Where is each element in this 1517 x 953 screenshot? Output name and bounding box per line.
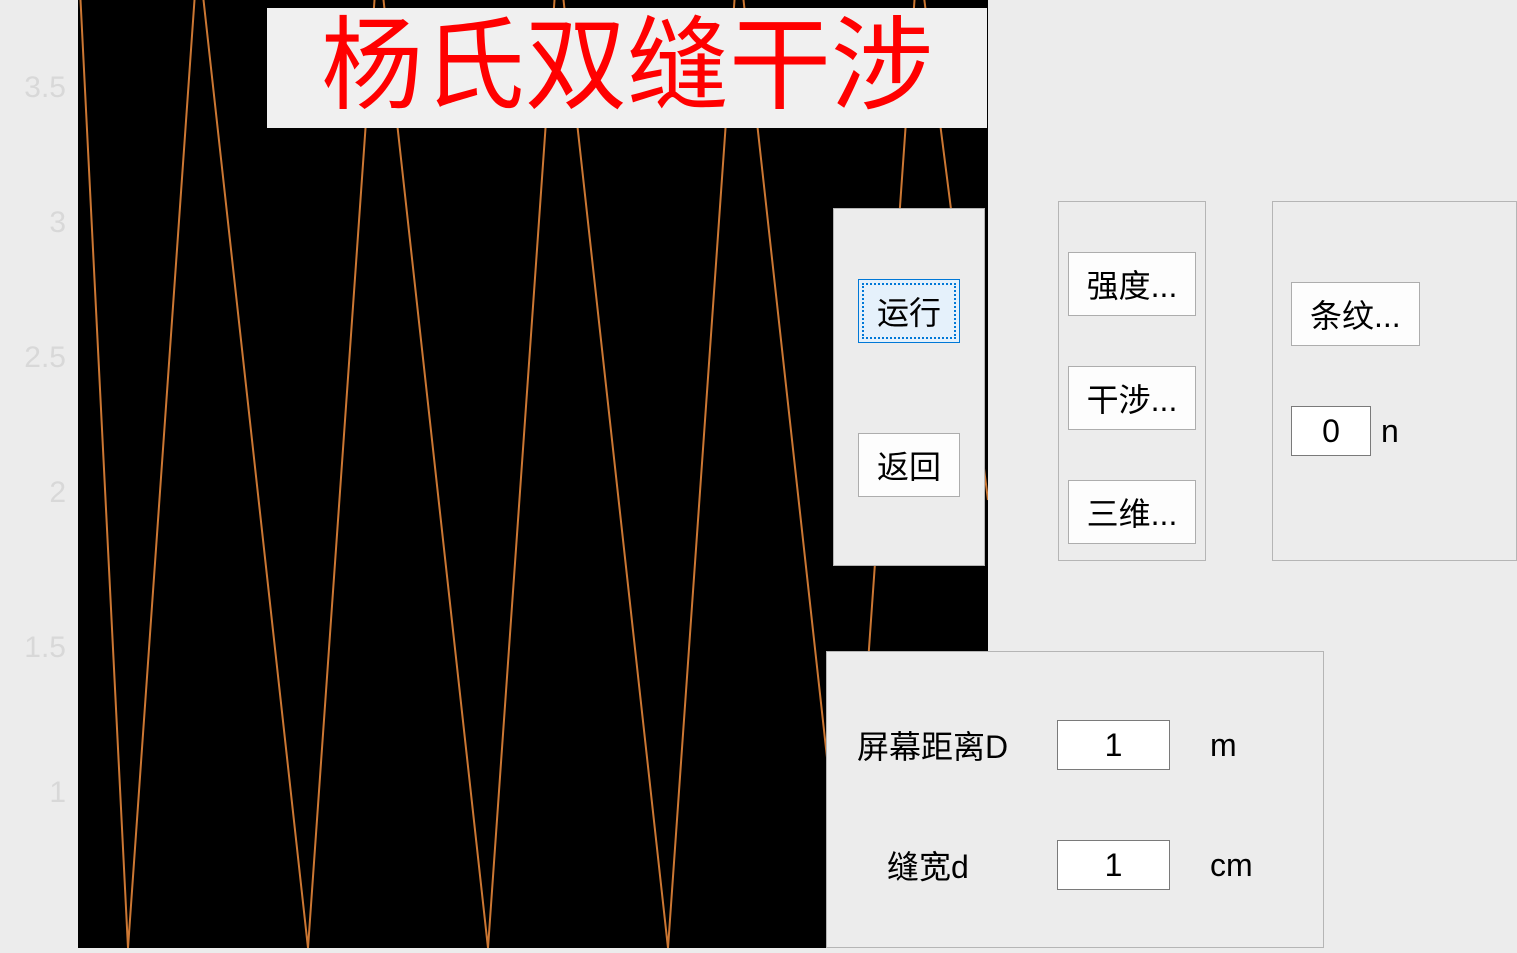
screen-distance-input[interactable]	[1057, 720, 1170, 770]
y-tick-label: 2	[49, 476, 66, 510]
screen-distance-unit: m	[1210, 727, 1237, 764]
run-panel: 运行 返回	[833, 208, 985, 566]
intensity-button[interactable]: 强度...	[1068, 252, 1197, 316]
back-button[interactable]: 返回	[858, 433, 960, 497]
params-panel: 屏幕距离D m 缝宽d cm	[826, 651, 1324, 948]
title-box: 杨氏双缝干涉	[267, 8, 987, 128]
page-title: 杨氏双缝干涉	[321, 17, 933, 119]
y-tick-label: 2.5	[24, 341, 66, 375]
y-tick-label: 1	[49, 776, 66, 810]
interference-button[interactable]: 干涉...	[1068, 366, 1197, 430]
y-axis: 3.5 3 2.5 2 1.5 1	[0, 0, 78, 948]
y-tick-label: 3.5	[24, 71, 66, 105]
y-tick-label: 3	[49, 206, 66, 240]
fringe-panel: 条纹... n	[1272, 201, 1517, 561]
threed-button[interactable]: 三维...	[1068, 480, 1197, 544]
run-button[interactable]: 运行	[858, 279, 960, 343]
y-tick-label: 1.5	[24, 631, 66, 665]
fringe-value-input[interactable]	[1291, 406, 1371, 456]
fringe-button[interactable]: 条纹...	[1291, 282, 1420, 346]
slit-width-unit: cm	[1210, 847, 1253, 884]
slit-width-input[interactable]	[1057, 840, 1170, 890]
slit-width-label: 缝宽d	[857, 842, 1057, 888]
view-panel: 强度... 干涉... 三维...	[1058, 201, 1206, 561]
fringe-unit-label: n	[1381, 413, 1399, 450]
screen-distance-label: 屏幕距离D	[857, 722, 1057, 768]
